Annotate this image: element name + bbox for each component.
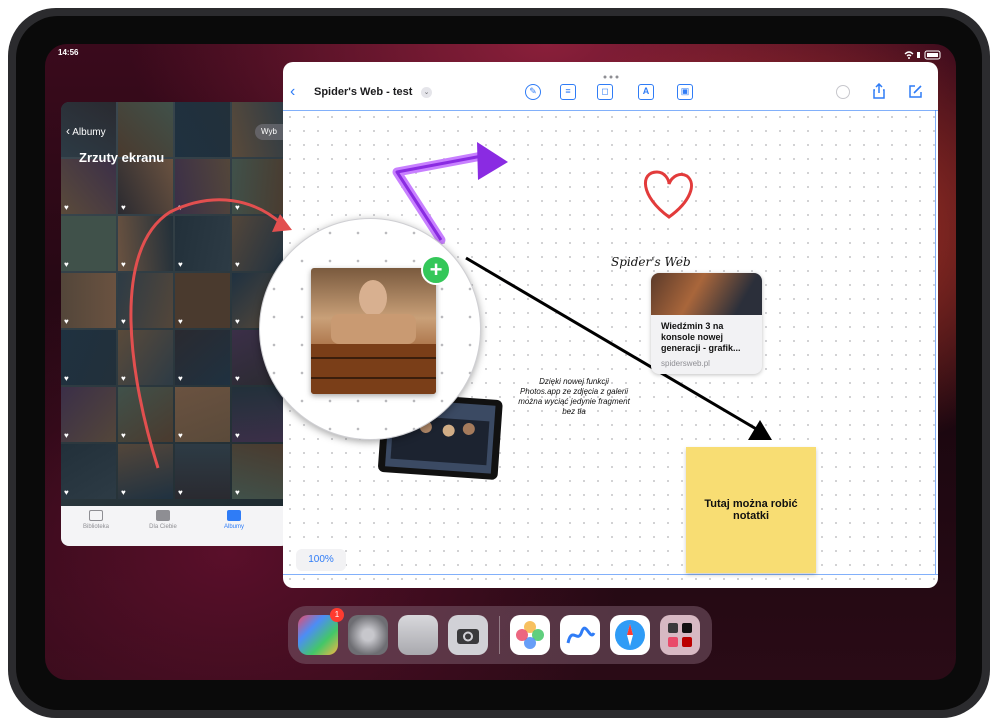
freeform-app-icon[interactable]	[560, 615, 600, 655]
contacts-icon[interactable]	[398, 615, 438, 655]
dock: 1	[288, 606, 712, 664]
app-folder-icon[interactable]	[660, 615, 700, 655]
link-card[interactable]: Wiedźmin 3 na konsole nowej generacji - …	[651, 273, 762, 374]
camera-icon[interactable]	[448, 615, 488, 655]
handwritten-label[interactable]: Spider's Web	[611, 255, 691, 269]
link-card-title: Wiedźmin 3 na konsole nowej generacji - …	[661, 321, 741, 353]
sticky-note[interactable]: Tutaj można robić notatki	[686, 447, 816, 573]
link-card-image	[651, 273, 762, 315]
heart-drawing[interactable]	[643, 170, 693, 219]
dragged-photo-cutout[interactable]	[311, 268, 436, 394]
add-plus-icon: +	[421, 255, 451, 285]
settings-gear-icon[interactable]	[348, 615, 388, 655]
safari-compass-icon[interactable]	[610, 615, 650, 655]
dock-divider	[499, 616, 500, 654]
bathtub-illustration	[311, 280, 436, 394]
photos-app-icon[interactable]	[510, 615, 550, 655]
notification-badge: 1	[330, 608, 344, 622]
canvas-caption[interactable]: Dzięki nowej funkcji Photos.app ze zdjęc…	[518, 377, 630, 417]
purple-arrow-drawing[interactable]	[392, 142, 508, 245]
link-card-domain: spidersweb.pl	[661, 359, 710, 368]
app-library-icon[interactable]	[298, 615, 338, 655]
zoom-indicator[interactable]: 100%	[296, 549, 346, 571]
